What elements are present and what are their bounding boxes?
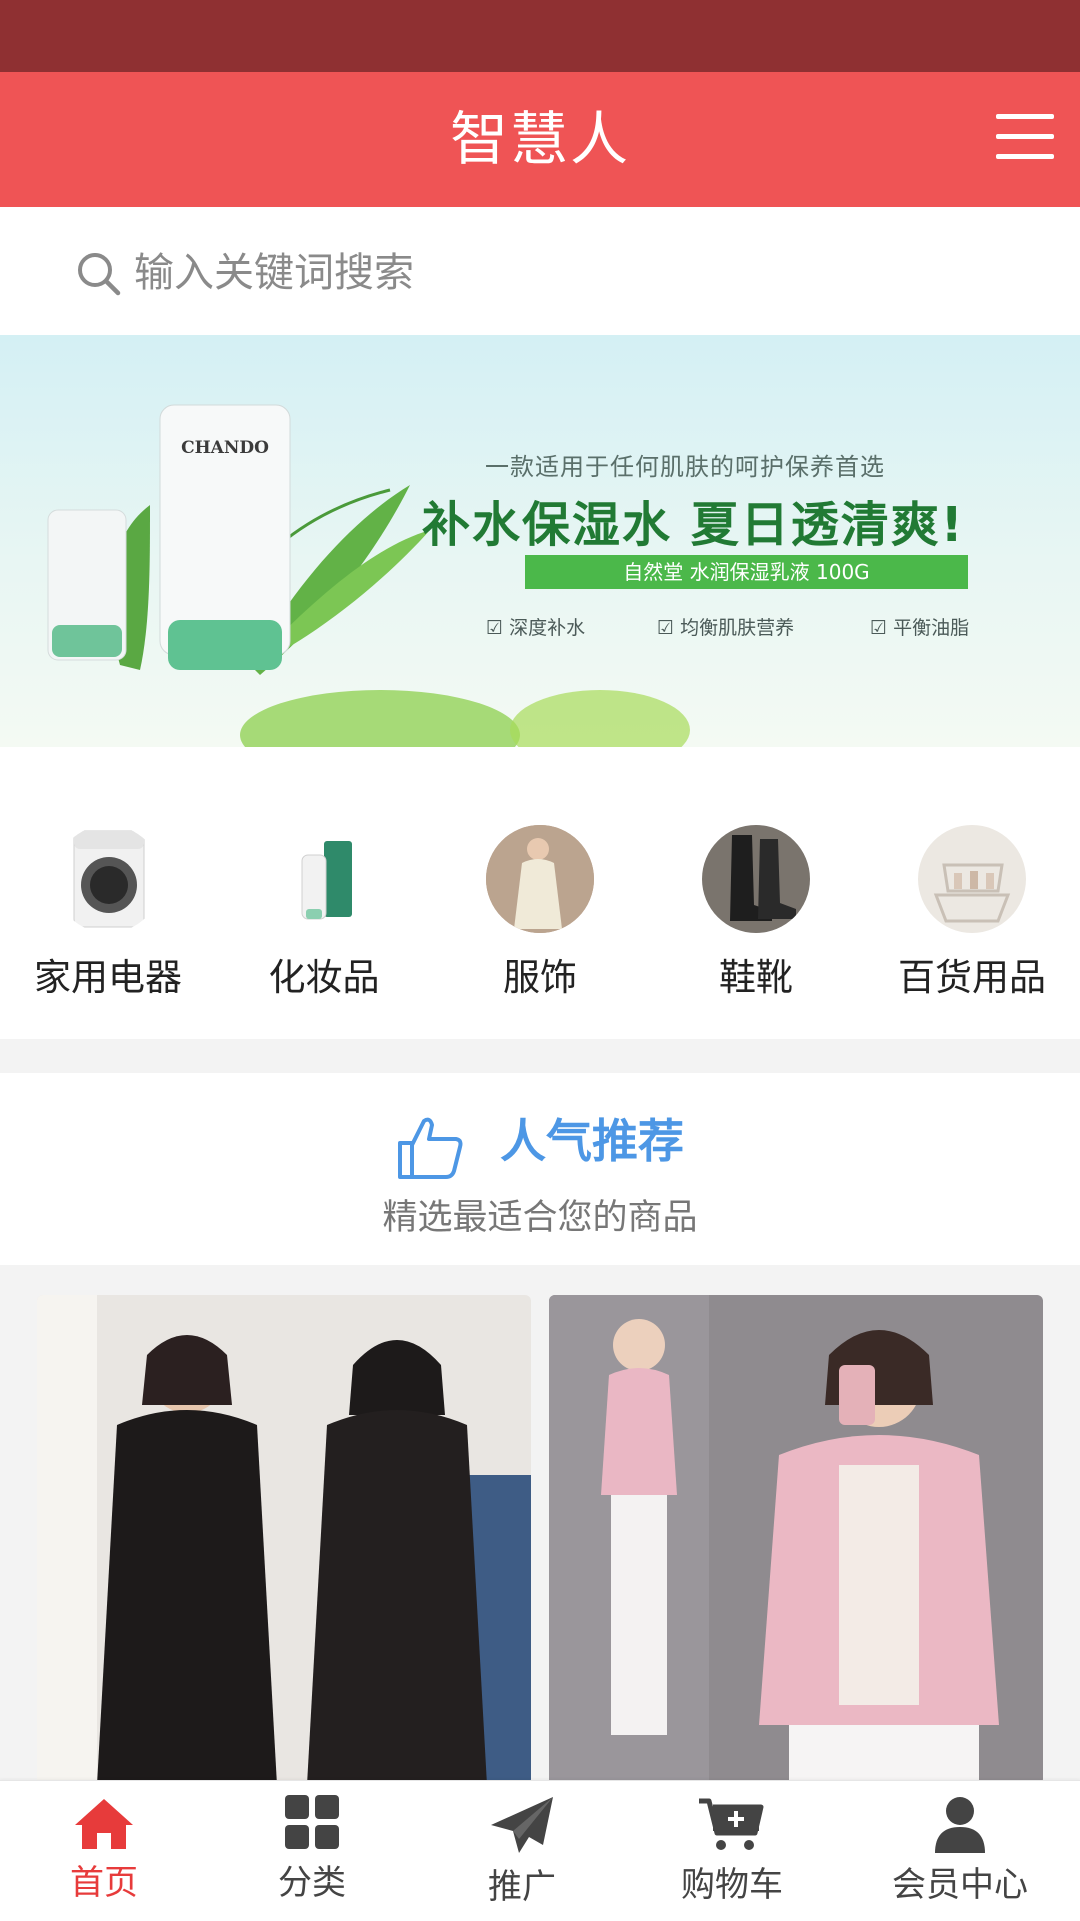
tab-label: 推广 [488,1867,556,1907]
user-icon [935,1797,985,1853]
category-household-goods[interactable]: 百货用品 [872,825,1072,999]
banner-product-name: 自然堂 水润保湿乳液 100G [525,555,968,589]
app-header: 智慧人 [0,72,1080,207]
promo-banner[interactable]: CHANDO 一款适用于任何肌肤的呵护保养首选 补水保湿水 夏日透清爽! 自然堂… [0,335,1080,747]
tab-category[interactable]: 分类 [212,1795,412,1915]
search-bar [0,207,1080,335]
category-label: 鞋靴 [719,956,793,999]
app-title: 智慧人 [449,105,630,173]
tab-promote[interactable]: 推广 [422,1795,622,1915]
tab-member-center[interactable]: 会员中心 [860,1795,1060,1915]
tab-cart[interactable]: 购物车 [632,1795,832,1915]
category-label: 化妆品 [268,956,380,999]
category-label: 家用电器 [34,956,182,999]
section-divider [0,1039,1080,1073]
tab-label: 购物车 [681,1865,783,1905]
search-input[interactable] [132,237,986,309]
grid-icon [285,1795,339,1849]
black-hooded-down-coat-photo [37,1295,531,1785]
search-icon[interactable] [76,251,122,297]
category-clothing[interactable]: 服饰 [440,825,640,999]
banner-tagline: 一款适用于任何肌肤的呵护保养首选 [485,453,885,481]
product-card[interactable] [549,1295,1043,1785]
household-goods-image [918,825,1026,933]
category-cosmetics[interactable]: 化妆品 [224,825,424,999]
tab-label: 首页 [70,1863,138,1903]
cosmetics-image [270,825,378,933]
banner-headline: 补水保湿水 夏日透清爽! [422,497,965,553]
boots-image [702,825,810,933]
hot-recommend-subtitle: 精选最适合您的商品 [382,1198,698,1238]
category-label: 服饰 [503,956,577,999]
category-label: 百货用品 [898,956,1046,999]
product-grid [0,1265,1080,1785]
tab-label: 分类 [278,1863,346,1903]
category-home-appliances[interactable]: 家用电器 [8,825,208,999]
category-shoes-boots[interactable]: 鞋靴 [656,825,856,999]
status-bar [0,0,1080,72]
home-icon [75,1799,133,1849]
clothing-image [486,825,594,933]
cart-icon [699,1798,764,1850]
banner-feature: ☑ 平衡油脂 [870,617,970,639]
hot-recommend-header: 人气推荐 精选最适合您的商品 [0,1073,1080,1265]
banner-feature: ☑ 深度补水 [486,617,586,639]
tab-label: 会员中心 [892,1865,1028,1905]
bottom-tab-bar: 首页 分类 推广 购物车 会员中心 [0,1780,1080,1921]
paper-plane-icon [491,1797,553,1853]
pink-short-down-jacket-photo [549,1295,1043,1785]
thumbs-up-icon [398,1117,463,1179]
product-card[interactable] [37,1295,531,1785]
category-nav: 家用电器 化妆品 服饰 鞋靴 百货用品 [0,747,1080,1039]
banner-feature: ☑ 均衡肌肤营养 [657,617,795,639]
hot-recommend-title: 人气推荐 [500,1114,684,1168]
hamburger-menu-icon[interactable] [996,112,1054,162]
washing-machine-image [54,825,162,933]
tab-home[interactable]: 首页 [4,1795,204,1915]
banner-brand: CHANDO [181,438,269,458]
